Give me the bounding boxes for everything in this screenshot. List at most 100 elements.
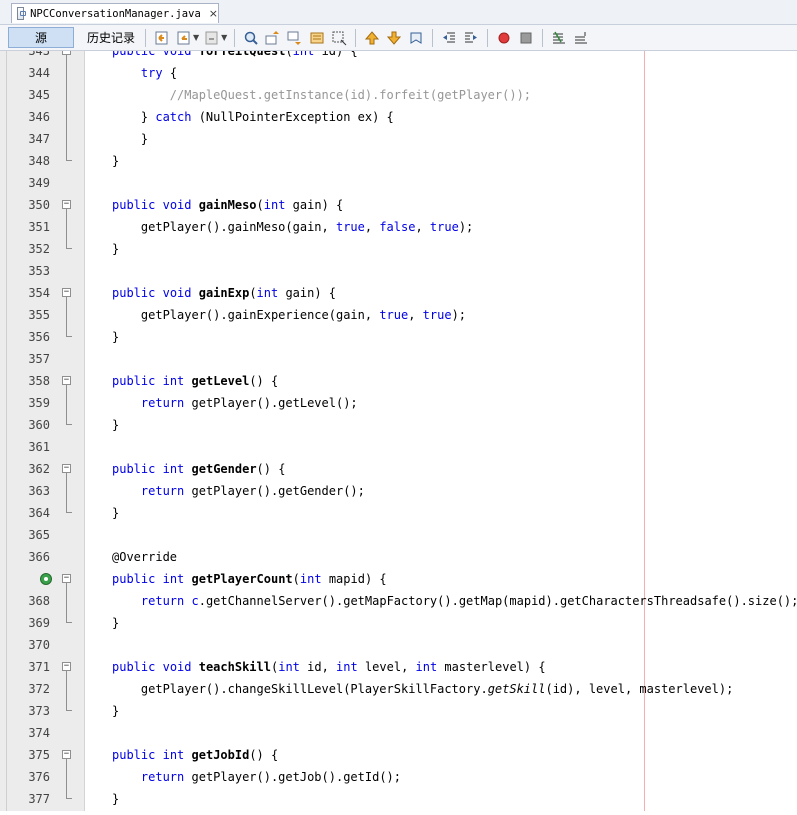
file-tab[interactable]: NPCConversationManager.java ×	[11, 3, 219, 23]
code-line[interactable]: 359 return getPlayer().getLevel();	[0, 392, 797, 414]
fold-collapse-icon[interactable]: −	[62, 51, 71, 55]
back-history-icon[interactable]	[153, 29, 171, 47]
code-text: return getPlayer().getJob().getId();	[140, 770, 402, 784]
fold-end-marker	[66, 326, 72, 337]
fold-guide-line	[66, 297, 67, 304]
fold-collapse-icon[interactable]: −	[62, 200, 71, 209]
code-line[interactable]: 352}	[0, 238, 797, 260]
fold-end-marker	[66, 788, 72, 799]
code-line[interactable]: 366 @Override	[0, 546, 797, 568]
code-line[interactable]: 372 getPlayer().changeSkillLevel(PlayerS…	[0, 678, 797, 700]
code-line[interactable]: 360}	[0, 414, 797, 436]
fold-collapse-icon[interactable]: −	[62, 464, 71, 473]
code-text: public int getLevel() {	[112, 374, 279, 388]
source-tab[interactable]: 源	[8, 27, 74, 48]
code-editor[interactable]: 343−public void forfeitQuest(int id) {−3…	[0, 51, 797, 815]
code-line[interactable]: 364}	[0, 502, 797, 524]
code-lines: 343−public void forfeitQuest(int id) {−3…	[0, 51, 797, 810]
code-text: }	[112, 792, 120, 806]
code-text: }	[112, 506, 120, 520]
fold-collapse-icon[interactable]: −	[62, 376, 71, 385]
code-line[interactable]: 347 }	[0, 128, 797, 150]
code-line[interactable]: 376 return getPlayer().getJob().getId();	[0, 766, 797, 788]
history-tab[interactable]: 历史记录	[82, 27, 140, 48]
fold-collapse-icon[interactable]: −	[62, 288, 71, 297]
find-selection-icon[interactable]	[242, 29, 260, 47]
code-text: getPlayer().changeSkillLevel(PlayerSkill…	[112, 682, 734, 696]
fold-collapse-icon[interactable]: −	[62, 662, 71, 671]
code-line[interactable]: 371 − public void teachSkill(int id, int l…	[0, 656, 797, 678]
toggle-rect-select-icon[interactable]	[330, 29, 348, 47]
fold-guide-line	[66, 62, 67, 84]
code-line[interactable]: 377}	[0, 788, 797, 810]
fold-guide-line	[66, 759, 67, 766]
prev-edit-icon[interactable]	[175, 29, 193, 47]
code-line[interactable]: 358 − public int getLevel() {	[0, 370, 797, 392]
code-line[interactable]: 343−public void forfeitQuest(int id) {−	[0, 51, 797, 62]
fold-guide-line	[66, 106, 67, 128]
uncomment-icon[interactable]	[572, 29, 590, 47]
code-line[interactable]: 353	[0, 260, 797, 282]
code-line[interactable]: 368 return c.getChannelServer().getMapFa…	[0, 590, 797, 612]
override-marker-icon[interactable]	[40, 573, 52, 585]
code-line[interactable]: 351 getPlayer().gainMeso(gain, true, fal…	[0, 216, 797, 238]
code-line[interactable]: 370	[0, 634, 797, 656]
code-line[interactable]: 344 try {	[0, 62, 797, 84]
code-text: public int getJobId() {	[112, 748, 279, 762]
code-line[interactable]: 374	[0, 722, 797, 744]
shift-right-icon[interactable]	[462, 29, 480, 47]
line-number: 376	[28, 770, 50, 784]
find-next-icon[interactable]	[286, 29, 304, 47]
fold-end-marker	[66, 414, 72, 425]
line-number: 355	[28, 308, 50, 322]
code-line[interactable]: 373}	[0, 700, 797, 722]
code-text: //MapleQuest.getInstance(id).forfeit(get…	[169, 88, 532, 102]
line-number: 366	[28, 550, 50, 564]
line-number: 349	[28, 176, 50, 190]
code-text: }	[112, 242, 120, 256]
line-number: 361	[28, 440, 50, 454]
next-edit-icon[interactable]	[203, 29, 221, 47]
code-line[interactable]: 375 − public int getJobId() {	[0, 744, 797, 766]
line-number: 374	[28, 726, 50, 740]
code-line[interactable]: 362 − public int getGender() {	[0, 458, 797, 480]
code-line[interactable]: 369}	[0, 612, 797, 634]
close-tab-icon[interactable]: ×	[209, 7, 218, 20]
next-bookmark-icon[interactable]	[385, 29, 403, 47]
line-number: 360	[28, 418, 50, 432]
fold-collapse-icon[interactable]: −	[62, 750, 71, 759]
code-line[interactable]: 345 //MapleQuest.getInstance(id).forfeit…	[0, 84, 797, 106]
code-line[interactable]: 349	[0, 172, 797, 194]
code-line[interactable]: 363 return getPlayer().getGender();	[0, 480, 797, 502]
line-number: 346	[28, 110, 50, 124]
toolbar-separator	[234, 28, 236, 47]
fold-end-marker	[66, 612, 72, 623]
code-line[interactable]: 355 getPlayer().gainExperience(gain, tru…	[0, 304, 797, 326]
code-line[interactable]: 365	[0, 524, 797, 546]
start-macro-icon[interactable]	[495, 29, 513, 47]
code-line[interactable]: 346 } catch (NullPointerException ex) {	[0, 106, 797, 128]
code-line[interactable]: 354 − public void gainExp(int gain) {	[0, 282, 797, 304]
code-text: } catch (NullPointerException ex) {	[112, 110, 394, 124]
code-line[interactable]: 357	[0, 348, 797, 370]
toggle-highlight-icon[interactable]	[308, 29, 326, 47]
code-text: try {	[140, 66, 178, 80]
line-number: 358	[28, 374, 50, 388]
prev-edit-dropdown-icon[interactable]: ▼	[193, 33, 199, 42]
toggle-bookmark-icon[interactable]	[407, 29, 425, 47]
comment-icon[interactable]	[550, 29, 568, 47]
prev-bookmark-icon[interactable]	[363, 29, 381, 47]
fold-guide-line	[66, 766, 67, 788]
code-line[interactable]: 348}	[0, 150, 797, 172]
line-number: 371	[28, 660, 50, 674]
shift-left-icon[interactable]	[440, 29, 458, 47]
code-line[interactable]: − public int getPlayerCount(int mapid) {	[0, 568, 797, 590]
code-line[interactable]: 361	[0, 436, 797, 458]
code-line[interactable]: 350 − public void gainMeso(int gain) {	[0, 194, 797, 216]
find-prev-icon[interactable]	[264, 29, 282, 47]
fold-collapse-icon[interactable]: −	[62, 574, 71, 583]
code-line[interactable]: 356}	[0, 326, 797, 348]
next-edit-dropdown-icon[interactable]: ▼	[221, 33, 227, 42]
line-number: 345	[28, 88, 50, 102]
stop-macro-icon[interactable]	[517, 29, 535, 47]
